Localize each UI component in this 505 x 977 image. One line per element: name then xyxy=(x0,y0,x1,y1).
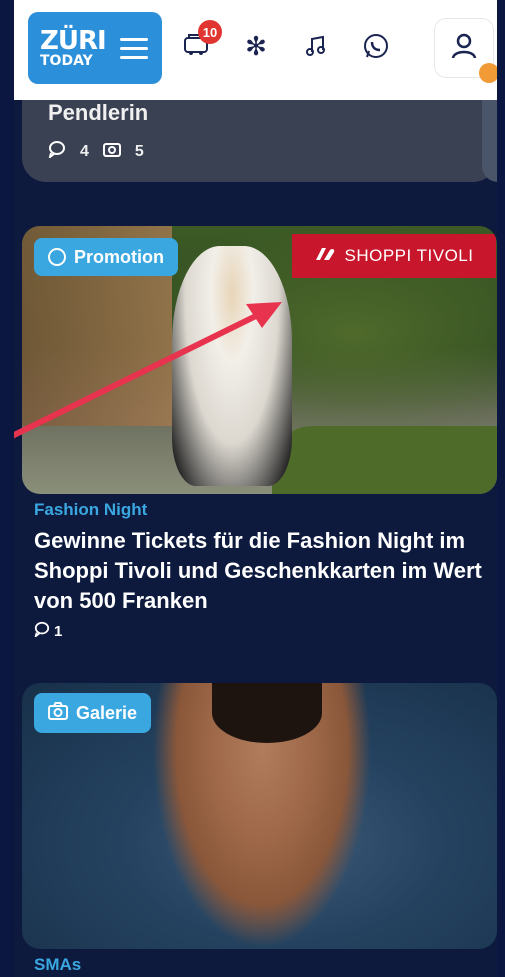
circle-icon xyxy=(48,248,66,266)
promo-comments[interactable]: 1 xyxy=(34,621,62,641)
previous-article-title: Pendlerin xyxy=(48,100,149,125)
promotion-badge-label: Promotion xyxy=(74,246,164,267)
sponsor-name: SHOPPI TIVOLI xyxy=(344,246,474,265)
camera-icon xyxy=(48,701,68,725)
frame-right-border xyxy=(497,0,505,977)
comment-count: 1 xyxy=(54,622,63,640)
gallery-article-image[interactable]: Galerie xyxy=(22,683,497,949)
gallery-badge: Galerie xyxy=(34,693,152,733)
logo-top-text: ZÜRI xyxy=(40,26,107,56)
camera-icon xyxy=(102,141,121,162)
logo-menu-button[interactable]: ZÜRI TODAY xyxy=(28,12,162,84)
logo[interactable]: ZÜRI TODAY xyxy=(40,26,107,69)
comment-icon xyxy=(48,140,66,163)
user-icon xyxy=(451,32,477,65)
hamburger-icon[interactable] xyxy=(119,32,148,65)
promo-headline[interactable]: Gewinne Tickets für die Fashion Night im… xyxy=(34,526,497,616)
previous-article-meta: 4 5 xyxy=(48,140,144,163)
promotion-badge: Promotion xyxy=(34,238,178,276)
comment-icon xyxy=(34,621,50,641)
promo-kicker[interactable]: Fashion Night xyxy=(34,500,147,520)
sponsor-banner: SHOPPI TIVOLI xyxy=(292,234,496,278)
notifications-button[interactable]: 10 xyxy=(176,20,222,66)
gallery-kicker[interactable]: SMAs xyxy=(34,955,81,975)
snowflake-icon[interactable]: ✻ xyxy=(236,26,276,66)
gallery-badge-label: Galerie xyxy=(76,702,138,723)
site-header: ZÜRI TODAY 10 ✻ xyxy=(14,0,497,100)
photo-count: 5 xyxy=(134,142,144,160)
whatsapp-icon[interactable] xyxy=(356,26,396,66)
pointer-arrow-icon xyxy=(14,302,282,439)
sponsor-logo-icon xyxy=(314,246,336,267)
music-icon[interactable] xyxy=(296,26,336,66)
frame-left-border xyxy=(0,0,14,977)
notification-badge: 10 xyxy=(198,20,222,44)
user-status-dot xyxy=(479,63,497,83)
user-account-button[interactable] xyxy=(434,18,497,83)
logo-bottom-text: TODAY xyxy=(40,53,93,69)
page: Pendlerin 4 5 ZÜRI TODAY 10 ✻ Promotion … xyxy=(14,0,497,977)
comment-count: 4 xyxy=(80,142,89,160)
